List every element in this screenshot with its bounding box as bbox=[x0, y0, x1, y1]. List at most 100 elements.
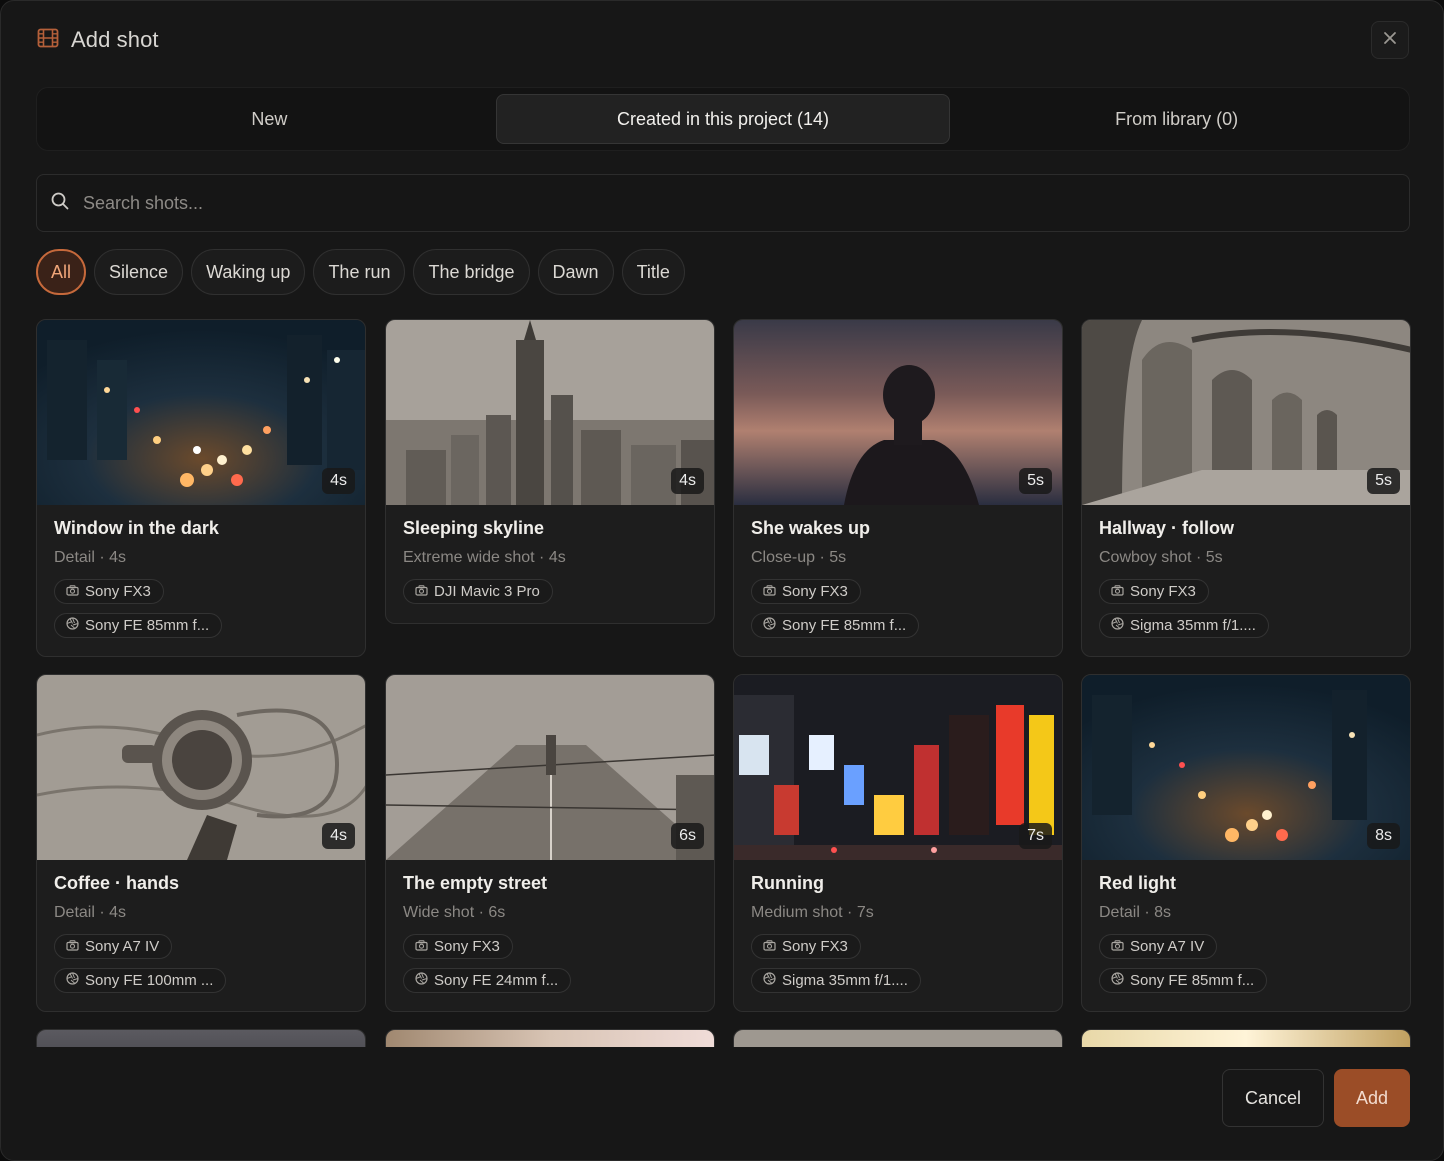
shot-thumbnail: 5s bbox=[734, 320, 1062, 505]
lens-label: Sigma 35mm f/1.... bbox=[1130, 617, 1256, 634]
lens-tag: Sony FE 85mm f... bbox=[1099, 968, 1268, 993]
duration-badge: 4s bbox=[322, 823, 355, 849]
shot-card[interactable]: 4s Sleeping skyline Extreme wide shot · … bbox=[385, 319, 715, 624]
aperture-icon bbox=[1111, 617, 1124, 634]
shot-card[interactable]: 8s Red light Detail · 8s Sony A7 IV Sony… bbox=[1081, 674, 1411, 1012]
shot-meta: Cowboy shot · 5s bbox=[1099, 549, 1223, 566]
shot-card[interactable] bbox=[36, 1029, 366, 1047]
aperture-icon bbox=[763, 617, 776, 634]
camera-icon bbox=[415, 583, 428, 600]
shot-card[interactable] bbox=[1081, 1029, 1411, 1047]
shot-thumbnail bbox=[37, 1030, 365, 1047]
shot-title: Red light bbox=[1099, 873, 1176, 893]
shot-thumbnail: 8s bbox=[1082, 675, 1410, 860]
camera-icon bbox=[763, 938, 776, 955]
shot-title: Running bbox=[751, 873, 824, 893]
search-input[interactable] bbox=[81, 191, 1409, 215]
shot-card[interactable]: 7s Running Medium shot · 7s Sony FX3 Sig… bbox=[733, 674, 1063, 1012]
filter-chip-title[interactable]: Title bbox=[621, 249, 685, 295]
add-button[interactable]: Add bbox=[1334, 1069, 1410, 1127]
filter-chip-dawn[interactable]: Dawn bbox=[537, 249, 614, 295]
shot-card[interactable] bbox=[733, 1029, 1063, 1047]
tab-new[interactable]: New bbox=[43, 94, 496, 144]
camera-icon bbox=[763, 583, 776, 600]
filter-chip-waking-up[interactable]: Waking up bbox=[191, 249, 306, 295]
camera-tag: DJI Mavic 3 Pro bbox=[403, 579, 553, 604]
shot-title: Sleeping skyline bbox=[403, 518, 545, 538]
shot-thumbnail: 4s bbox=[37, 320, 365, 505]
shot-card[interactable]: 6s The empty street Wide shot · 6s Sony … bbox=[385, 674, 715, 1012]
lens-label: Sony FE 85mm f... bbox=[85, 617, 210, 634]
camera-tag: Sony FX3 bbox=[54, 579, 164, 604]
aperture-icon bbox=[66, 972, 79, 989]
aperture-icon bbox=[763, 972, 776, 989]
lens-label: Sony FE 85mm f... bbox=[1130, 972, 1255, 989]
camera-tag: Sony FX3 bbox=[751, 934, 861, 959]
filter-chips: All Silence Waking up The run The bridge… bbox=[36, 249, 685, 295]
shot-card[interactable]: 5s Hallway · follow Cowboy shot · 5s Son… bbox=[1081, 319, 1411, 657]
shot-card[interactable] bbox=[385, 1029, 715, 1047]
shot-meta: Medium shot · 7s bbox=[751, 904, 874, 921]
lens-label: Sony FE 24mm f... bbox=[434, 972, 559, 989]
camera-icon bbox=[66, 583, 79, 600]
tab-from-library[interactable]: From library (0) bbox=[950, 94, 1403, 144]
shot-thumbnail bbox=[1082, 1030, 1410, 1047]
camera-label: Sony A7 IV bbox=[1130, 938, 1205, 955]
shot-card[interactable]: 4s Coffee · hands Detail · 4s Sony A7 IV… bbox=[36, 674, 366, 1012]
shot-card[interactable]: 5s She wakes up Close-up · 5s Sony FX3 S… bbox=[733, 319, 1063, 657]
filter-chip-all[interactable]: All bbox=[36, 249, 87, 295]
shot-thumbnail: 7s bbox=[734, 675, 1062, 860]
shot-thumbnail: 4s bbox=[386, 320, 714, 505]
shot-meta: Detail · 8s bbox=[1099, 904, 1172, 921]
aperture-icon bbox=[1111, 972, 1124, 989]
camera-label: Sony A7 IV bbox=[85, 938, 160, 955]
shot-meta: Wide shot · 6s bbox=[403, 904, 506, 921]
lens-label: Sony FE 100mm ... bbox=[85, 972, 214, 989]
camera-tag: Sony FX3 bbox=[403, 934, 513, 959]
camera-tag: Sony A7 IV bbox=[1099, 934, 1218, 959]
duration-badge: 5s bbox=[1019, 468, 1052, 494]
filter-chip-the-run[interactable]: The run bbox=[313, 249, 406, 295]
film-icon bbox=[37, 27, 59, 54]
camera-icon bbox=[66, 938, 79, 955]
filter-chip-the-bridge[interactable]: The bridge bbox=[413, 249, 530, 295]
shot-thumbnail bbox=[386, 1030, 714, 1047]
camera-tag: Sony FX3 bbox=[1099, 579, 1209, 604]
lens-tag: Sigma 35mm f/1.... bbox=[1099, 613, 1269, 638]
tab-created-in-project[interactable]: Created in this project (14) bbox=[495, 94, 951, 144]
duration-badge: 8s bbox=[1367, 823, 1400, 849]
shot-card[interactable]: 4s Window in the dark Detail · 4s Sony F… bbox=[36, 319, 366, 657]
close-icon bbox=[1383, 31, 1397, 50]
camera-label: DJI Mavic 3 Pro bbox=[434, 583, 540, 600]
camera-icon bbox=[1111, 583, 1124, 600]
close-button[interactable] bbox=[1371, 21, 1409, 59]
shot-title: The empty street bbox=[403, 873, 548, 893]
shot-meta: Extreme wide shot · 4s bbox=[403, 549, 566, 566]
search-icon bbox=[51, 192, 69, 215]
shot-thumbnail: 5s bbox=[1082, 320, 1410, 505]
camera-label: Sony FX3 bbox=[1130, 583, 1196, 600]
camera-tag: Sony FX3 bbox=[751, 579, 861, 604]
camera-icon bbox=[415, 938, 428, 955]
duration-badge: 6s bbox=[671, 823, 704, 849]
filter-chip-silence[interactable]: Silence bbox=[94, 249, 184, 295]
lens-tag: Sony FE 85mm f... bbox=[54, 613, 223, 638]
lens-label: Sony FE 85mm f... bbox=[782, 617, 907, 634]
lens-tag: Sony FE 24mm f... bbox=[403, 968, 572, 993]
search-box bbox=[36, 174, 1410, 232]
cancel-button[interactable]: Cancel bbox=[1222, 1069, 1324, 1127]
shot-meta: Detail · 4s bbox=[54, 549, 127, 566]
shot-title: Window in the dark bbox=[54, 518, 219, 538]
lens-tag: Sony FE 85mm f... bbox=[751, 613, 920, 638]
lens-label: Sigma 35mm f/1.... bbox=[782, 972, 908, 989]
shot-meta: Detail · 4s bbox=[54, 904, 127, 921]
lens-tag: Sigma 35mm f/1.... bbox=[751, 968, 921, 993]
shot-meta: Close-up · 5s bbox=[751, 549, 847, 566]
aperture-icon bbox=[415, 972, 428, 989]
aperture-icon bbox=[66, 617, 79, 634]
lens-tag: Sony FE 100mm ... bbox=[54, 968, 227, 993]
camera-label: Sony FX3 bbox=[85, 583, 151, 600]
duration-badge: 5s bbox=[1367, 468, 1400, 494]
duration-badge: 4s bbox=[671, 468, 704, 494]
camera-icon bbox=[1111, 938, 1124, 955]
